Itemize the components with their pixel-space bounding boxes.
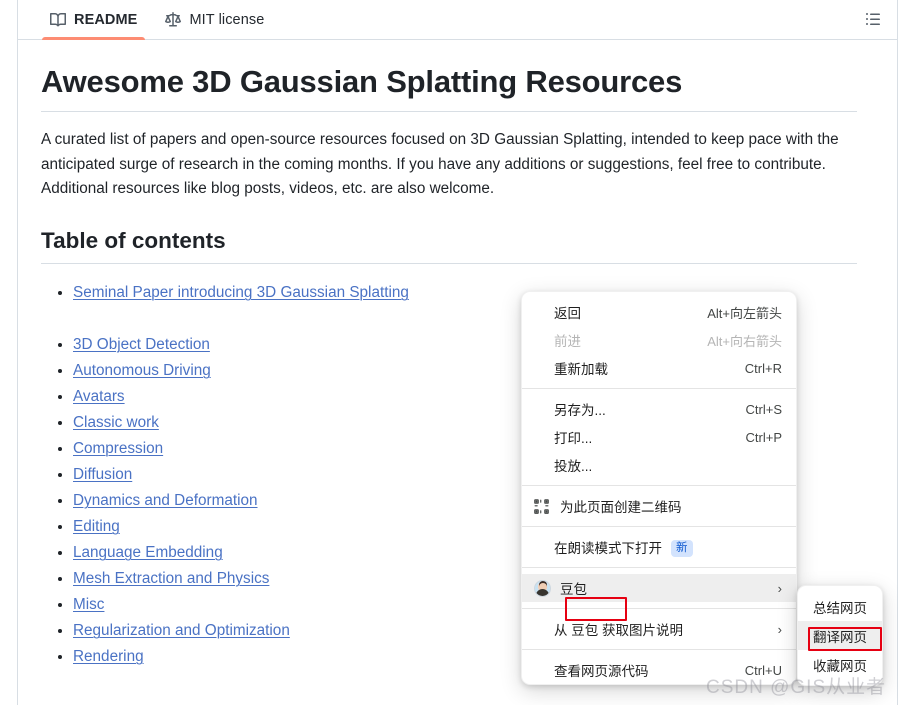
tab-readme[interactable]: README [40,0,147,40]
toc-link[interactable]: Language Embedding [73,544,223,561]
menu-separator [522,608,796,609]
menu-item-reload[interactable]: 重新加载 Ctrl+R [522,354,796,382]
menu-item-label: 打印... [554,431,593,446]
toc-link[interactable]: Regularization and Optimization [73,622,290,639]
menu-item-label: 豆包 [560,582,587,597]
toc-link[interactable]: 3D Object Detection [73,336,210,353]
submenu-item-bookmark-page[interactable]: 收藏网页 [798,650,882,679]
menu-item-doubao[interactable]: 豆包 › [522,574,796,602]
menu-separator [522,485,796,486]
browser-context-menu: 返回 Alt+向左箭头 前进 Alt+向右箭头 重新加载 Ctrl+R 另存为.… [521,291,797,685]
menu-item-shortcut: Ctrl+U [744,662,782,678]
menu-item-label: 重新加载 [554,362,608,377]
menu-item-save-as[interactable]: 另存为... Ctrl+S [522,395,796,423]
submenu-item-translate-page[interactable]: 翻译网页 [798,621,882,650]
menu-item-text: 在朗读模式下打开 [554,540,662,556]
submenu-item-summarize-page[interactable]: 总结网页 [798,592,882,621]
law-scale-icon [165,12,182,28]
menu-item-shortcut: Alt+向左箭头 [707,305,782,321]
menu-item-shortcut: Alt+向右箭头 [707,333,782,349]
menu-item-shortcut: Ctrl+S [745,401,782,417]
outline-toggle-button[interactable] [859,8,887,34]
menu-item-label: 在朗读模式下打开新 [534,537,782,558]
doubao-avatar-icon [534,579,560,597]
toc-link[interactable]: Dynamics and Deformation [73,492,258,509]
menu-item-label: 从 豆包 获取图片说明 [554,623,684,638]
menu-item-back[interactable]: 返回 Alt+向左箭头 [522,298,796,326]
tab-mit-license-label: MIT license [189,12,265,28]
menu-item-get-image-description[interactable]: 从 豆包 获取图片说明 › [522,615,796,643]
menu-item-forward: 前进 Alt+向右箭头 [522,326,796,354]
toc-heading: Table of contents [41,227,857,265]
toc-link[interactable]: Classic work [73,414,159,431]
menu-item-create-qr-code[interactable]: 为此页面创建二维码 [522,492,796,520]
menu-item-cast[interactable]: 投放... [522,451,796,479]
menu-item-open-in-reading-mode[interactable]: 在朗读模式下打开新 [522,533,796,561]
menu-separator [522,526,796,527]
toc-link[interactable]: Editing [73,518,120,535]
menu-item-shortcut: Ctrl+R [744,360,782,376]
file-tabs: README MIT license [40,0,274,40]
menu-item-label: 查看网页源代码 [554,664,649,679]
file-header-tabbar: README MIT license [18,0,897,40]
menu-item-label: 为此页面创建二维码 [560,500,682,515]
toc-link[interactable]: Autonomous Driving [73,362,211,379]
menu-item-label: 另存为... [554,403,606,418]
toc-link[interactable]: Mesh Extraction and Physics [73,570,269,587]
doubao-submenu: 总结网页 翻译网页 收藏网页 [797,585,883,686]
menu-item-print[interactable]: 打印... Ctrl+P [522,423,796,451]
intro-paragraph: A curated list of papers and open-source… [41,130,839,198]
page-title: Awesome 3D Gaussian Splatting Resources [41,63,857,112]
menu-item-shortcut: Ctrl+P [745,429,782,445]
toc-link[interactable]: Seminal Paper introducing 3D Gaussian Sp… [73,284,409,301]
menu-separator [522,649,796,650]
menu-separator [522,388,796,389]
new-badge: 新 [671,540,693,558]
toc-link[interactable]: Compression [73,440,163,457]
toc-link[interactable]: Avatars [73,388,125,405]
list-unordered-icon [865,11,881,32]
chevron-right-icon: › [777,621,782,637]
menu-separator [522,567,796,568]
chevron-right-icon: › [777,580,782,596]
tab-mit-license[interactable]: MIT license [155,0,274,40]
screenshot-root: README MIT license Awesome 3D Gaussian S… [0,0,898,705]
menu-item-view-page-source[interactable]: 查看网页源代码 Ctrl+U [522,656,796,684]
qr-code-icon [534,498,560,514]
tab-readme-label: README [74,12,138,28]
book-icon [50,12,66,28]
toc-link[interactable]: Misc [73,596,104,613]
menu-item-label: 返回 [554,306,581,321]
menu-item-label: 前进 [554,334,581,349]
avatar [534,579,551,597]
toc-link[interactable]: Diffusion [73,466,132,483]
menu-item-label: 投放... [554,459,593,474]
toc-link[interactable]: Rendering [73,648,144,665]
